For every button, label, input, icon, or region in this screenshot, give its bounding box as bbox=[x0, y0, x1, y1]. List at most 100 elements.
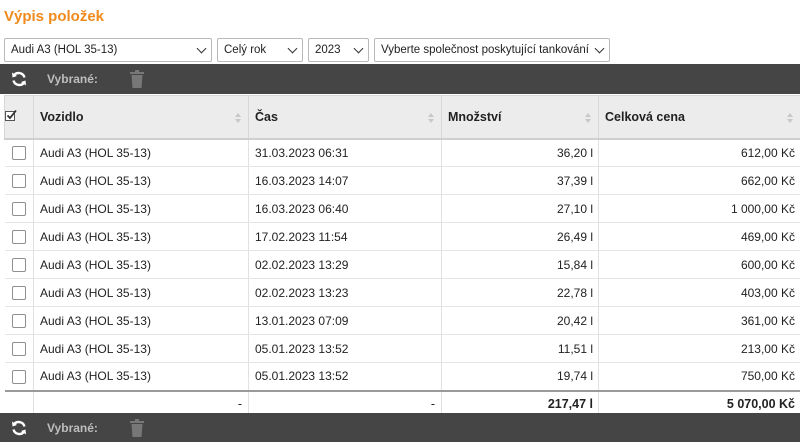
cell-price: 1 000,00 Kč bbox=[598, 194, 800, 223]
cell-time: 05.01.2023 13:52 bbox=[248, 334, 442, 363]
year-select[interactable]: 2023 bbox=[308, 38, 369, 62]
cell-price: 361,00 Kč bbox=[598, 306, 800, 335]
row-select-cell bbox=[4, 194, 34, 223]
column-header-vehicle[interactable]: Vozidlo bbox=[33, 95, 249, 140]
vehicle-select-value: Audi A3 (HOL 35-13) bbox=[11, 44, 118, 56]
cell-price: 750,00 Kč bbox=[598, 362, 800, 391]
cell-price: 612,00 Kč bbox=[598, 138, 800, 167]
column-label: Čas bbox=[255, 109, 278, 124]
cell-vehicle: Audi A3 (HOL 35-13) bbox=[33, 194, 249, 223]
table-row[interactable]: Audi A3 (HOL 35-13) 05.01.2023 13:52 11,51… bbox=[4, 334, 800, 363]
table-row[interactable]: Audi A3 (HOL 35-13) 02.02.2023 13:29 15,84… bbox=[4, 250, 800, 279]
select-all-checkbox-icon[interactable] bbox=[5, 109, 17, 122]
table-row[interactable]: Audi A3 (HOL 35-13) 02.02.2023 13:23 22,78… bbox=[4, 278, 800, 307]
chevron-down-icon bbox=[196, 43, 207, 54]
row-checkbox[interactable] bbox=[11, 341, 26, 356]
cell-amount: 22,78 l bbox=[441, 278, 599, 307]
selected-label: Vybrané: bbox=[47, 421, 98, 435]
chevron-down-icon bbox=[353, 43, 364, 54]
column-header-price[interactable]: Celková cena bbox=[598, 95, 800, 140]
refresh-icon[interactable] bbox=[10, 70, 28, 88]
period-select-value: Celý rok bbox=[224, 44, 267, 56]
column-label: Celková cena bbox=[605, 109, 685, 124]
table-row[interactable]: Audi A3 (HOL 35-13) 16.03.2023 06:40 27,10… bbox=[4, 194, 800, 223]
sort-icon bbox=[585, 113, 591, 123]
cell-time: 16.03.2023 06:40 bbox=[248, 194, 442, 223]
cell-time: 05.01.2023 13:52 bbox=[248, 362, 442, 391]
row-select-cell bbox=[4, 334, 34, 363]
table-row[interactable]: Audi A3 (HOL 35-13) 31.03.2023 06:31 36,20… bbox=[4, 138, 800, 167]
row-checkbox[interactable] bbox=[11, 257, 26, 272]
cell-amount: 36,20 l bbox=[441, 138, 599, 167]
selected-label: Vybrané: bbox=[47, 72, 98, 86]
select-all-header[interactable] bbox=[4, 95, 34, 140]
cell-vehicle: Audi A3 (HOL 35-13) bbox=[33, 334, 249, 363]
chevron-down-icon bbox=[287, 43, 298, 54]
cell-amount: 20,42 l bbox=[441, 306, 599, 335]
cell-time: 31.03.2023 06:31 bbox=[248, 138, 442, 167]
row-checkbox[interactable] bbox=[11, 369, 26, 384]
cell-vehicle: Audi A3 (HOL 35-13) bbox=[33, 306, 249, 335]
column-label: Množství bbox=[448, 109, 502, 124]
sort-icon bbox=[787, 113, 793, 123]
row-select-cell bbox=[4, 222, 34, 251]
table-row[interactable]: Audi A3 (HOL 35-13) 17.02.2023 11:54 26,49… bbox=[4, 222, 800, 251]
period-select[interactable]: Celý rok bbox=[217, 38, 303, 62]
row-checkbox[interactable] bbox=[11, 146, 26, 161]
vehicle-select[interactable]: Audi A3 (HOL 35-13) bbox=[4, 38, 212, 62]
company-select-value: Vyberte společnost poskytující tankování bbox=[381, 44, 589, 56]
column-label: Vozidlo bbox=[40, 109, 84, 124]
cell-vehicle: Audi A3 (HOL 35-13) bbox=[33, 222, 249, 251]
top-toolbar: Vybrané: bbox=[0, 64, 800, 94]
row-checkbox[interactable] bbox=[11, 173, 26, 188]
chevron-down-icon bbox=[594, 43, 605, 54]
cell-price: 213,00 Kč bbox=[598, 334, 800, 363]
refresh-icon[interactable] bbox=[10, 419, 28, 437]
cell-amount: 37,39 l bbox=[441, 166, 599, 195]
row-checkbox[interactable] bbox=[11, 229, 26, 244]
cell-price: 469,00 Kč bbox=[598, 222, 800, 251]
trash-icon[interactable] bbox=[130, 419, 144, 437]
cell-amount: 26,49 l bbox=[441, 222, 599, 251]
items-table: Vozidlo Čas Množství Celková cena Audi A… bbox=[4, 95, 800, 417]
sort-icon bbox=[235, 113, 241, 123]
cell-price: 662,00 Kč bbox=[598, 166, 800, 195]
cell-time: 02.02.2023 13:23 bbox=[248, 278, 442, 307]
cell-vehicle: Audi A3 (HOL 35-13) bbox=[33, 362, 249, 391]
row-select-cell bbox=[4, 306, 34, 335]
cell-time: 16.03.2023 14:07 bbox=[248, 166, 442, 195]
bottom-toolbar: Vybrané: bbox=[0, 413, 800, 442]
cell-vehicle: Audi A3 (HOL 35-13) bbox=[33, 166, 249, 195]
cell-vehicle: Audi A3 (HOL 35-13) bbox=[33, 278, 249, 307]
cell-amount: 19,74 l bbox=[441, 362, 599, 391]
row-select-cell bbox=[4, 362, 34, 391]
row-select-cell bbox=[4, 250, 34, 279]
trash-icon[interactable] bbox=[130, 70, 144, 88]
cell-vehicle: Audi A3 (HOL 35-13) bbox=[33, 250, 249, 279]
cell-vehicle: Audi A3 (HOL 35-13) bbox=[33, 138, 249, 167]
row-checkbox[interactable] bbox=[11, 285, 26, 300]
table-row[interactable]: Audi A3 (HOL 35-13) 05.01.2023 13:52 19,74… bbox=[4, 362, 800, 391]
cell-time: 13.01.2023 07:09 bbox=[248, 306, 442, 335]
table-header-row: Vozidlo Čas Množství Celková cena bbox=[4, 95, 800, 140]
cell-price: 403,00 Kč bbox=[598, 278, 800, 307]
cell-amount: 11,51 l bbox=[441, 334, 599, 363]
row-select-cell bbox=[4, 166, 34, 195]
cell-amount: 27,10 l bbox=[441, 194, 599, 223]
table-row[interactable]: Audi A3 (HOL 35-13) 13.01.2023 07:09 20,42… bbox=[4, 306, 800, 335]
column-header-time[interactable]: Čas bbox=[248, 95, 442, 140]
company-select[interactable]: Vyberte společnost poskytující tankování bbox=[374, 38, 610, 62]
page-title: Výpis položek bbox=[4, 8, 105, 25]
cell-time: 17.02.2023 11:54 bbox=[248, 222, 442, 251]
year-select-value: 2023 bbox=[315, 44, 341, 56]
row-select-cell bbox=[4, 138, 34, 167]
row-select-cell bbox=[4, 278, 34, 307]
row-checkbox[interactable] bbox=[11, 313, 26, 328]
cell-time: 02.02.2023 13:29 bbox=[248, 250, 442, 279]
table-row[interactable]: Audi A3 (HOL 35-13) 16.03.2023 14:07 37,39… bbox=[4, 166, 800, 195]
row-checkbox[interactable] bbox=[11, 201, 26, 216]
cell-amount: 15,84 l bbox=[441, 250, 599, 279]
sort-icon bbox=[428, 113, 434, 123]
cell-price: 600,00 Kč bbox=[598, 250, 800, 279]
column-header-amount[interactable]: Množství bbox=[441, 95, 599, 140]
